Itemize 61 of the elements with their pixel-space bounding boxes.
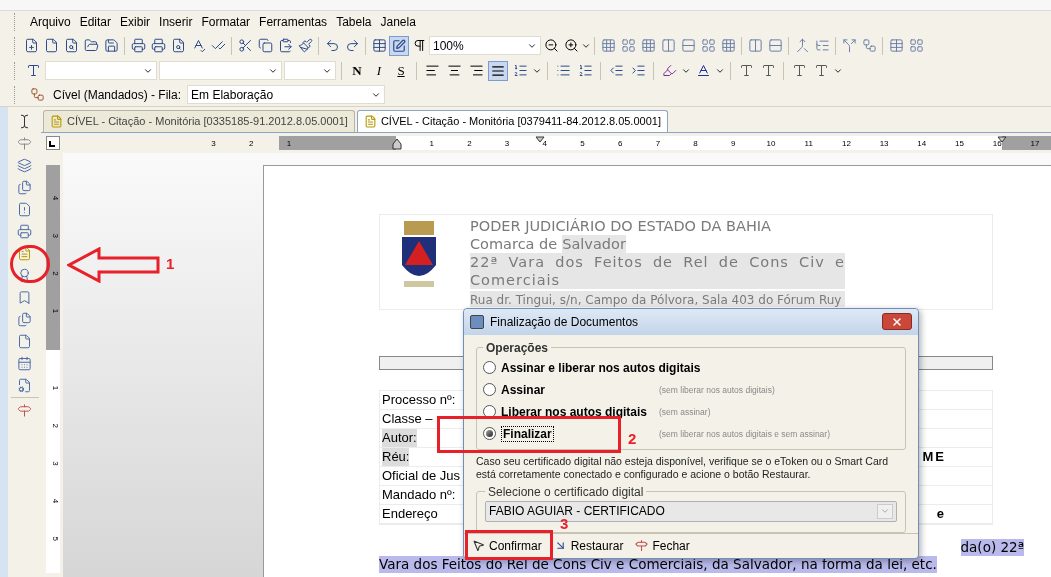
- queue-dropdown[interactable]: Em Elaboração: [187, 85, 386, 104]
- option-hint: (sem assinar): [659, 405, 711, 419]
- close-icon[interactable]: [891, 316, 903, 328]
- format-style-button[interactable]: S: [391, 60, 411, 81]
- menu-item[interactable]: Janela: [380, 13, 416, 31]
- field-label: Endereço: [382, 505, 438, 523]
- radio-button[interactable]: [483, 361, 496, 375]
- field-label: Classe –: [382, 410, 433, 428]
- address-field: Rua dr. Tingui, s/n, Campo da Pólvora, Sala 403 do Fórum Ruy: [470, 291, 845, 307]
- court-field: 22ª Vara dos Feitos de Rel de Cons Civ e Comerciais: [470, 253, 845, 289]
- signpost-icon: [635, 539, 649, 553]
- dialog-button[interactable]: Confirmar: [472, 537, 542, 555]
- justify-icon[interactable]: [488, 60, 508, 81]
- option-hint: (sem liberar nos autos digitais e sem assinar): [659, 427, 830, 441]
- format-style-button[interactable]: I: [369, 60, 389, 81]
- pointer-icon: [472, 539, 485, 553]
- option-label[interactable]: Assinar e liberar nos autos digitais: [501, 360, 701, 375]
- field-label: Autor:: [382, 429, 417, 447]
- option-label[interactable]: Assinar: [501, 382, 546, 397]
- annotation-number: 1: [166, 254, 175, 274]
- field-label: Mandado nº:: [382, 486, 456, 504]
- dialog-button[interactable]: Restaurar: [553, 537, 624, 555]
- field-label: Oficial de Jus: [382, 467, 461, 485]
- field-value: ME: [922, 448, 946, 466]
- annotation-number: 2: [628, 429, 637, 449]
- dialog-button[interactable]: Fechar: [635, 537, 690, 555]
- document-tab[interactable]: CÍVEL - Citação - Monitória [0335185-91.2012.8.05.0001]: [43, 110, 355, 132]
- edit-mode-icon[interactable]: [389, 35, 409, 56]
- header-label: Comarca de: [470, 235, 558, 253]
- document-tab[interactable]: CÍVEL - Citação - Monitória [0379411-84.2012.8.05.0001]: [356, 110, 668, 132]
- group-title: Operações: [485, 339, 550, 357]
- field-value: e: [936, 505, 946, 523]
- menu-item[interactable]: Formatar: [201, 13, 251, 31]
- tab-stop-icon[interactable]: [46, 136, 60, 150]
- certificate-note: Caso seu certificado digital não esteja disponível, verifique se o eToken ou o Smart Card está corretamente conectado e configurado e acione o botão Restaurar.: [476, 454, 890, 481]
- app-icon: [470, 315, 484, 329]
- group-title: Selecione o certificado digital: [487, 483, 645, 501]
- menu-item[interactable]: Exibir: [120, 13, 151, 31]
- field-label: Processo nº:: [382, 391, 456, 409]
- header-title: PODER JUDICIÁRIO DO ESTADO DA BAHIA: [470, 217, 772, 235]
- menu-item[interactable]: Editar: [79, 13, 112, 31]
- option-label[interactable]: Finalizar: [501, 425, 554, 442]
- document-text: da(o) 22ª: [960, 539, 1024, 556]
- zoom-dropdown[interactable]: 100%: [429, 36, 541, 55]
- close-button[interactable]: [882, 313, 912, 331]
- queue-label: Cível (Mandados) - Fila:: [53, 86, 182, 104]
- document-icon: [50, 115, 63, 128]
- menu-item[interactable]: Arquivo: [30, 13, 71, 31]
- option-label[interactable]: Liberar nos autos digitais: [501, 404, 648, 419]
- menu-item[interactable]: Inserir: [159, 13, 193, 31]
- option-hint: (sem liberar nos autos digitais): [659, 383, 775, 397]
- radio-button[interactable]: [483, 383, 496, 397]
- dialog-title: Finalização de Documentos: [490, 314, 640, 331]
- format-style-button[interactable]: N: [347, 60, 367, 81]
- field-label: Réu:: [382, 448, 410, 466]
- vertical-ruler-drawing: 4 3 2 1 1 2 3 4 5: [41, 153, 63, 573]
- menu-item[interactable]: Ferramentas: [259, 13, 328, 31]
- comarca-field: Salvador: [562, 235, 626, 253]
- document-icon: [363, 115, 377, 128]
- radio-button[interactable]: [483, 427, 496, 441]
- menu-item[interactable]: Tabela: [336, 13, 372, 31]
